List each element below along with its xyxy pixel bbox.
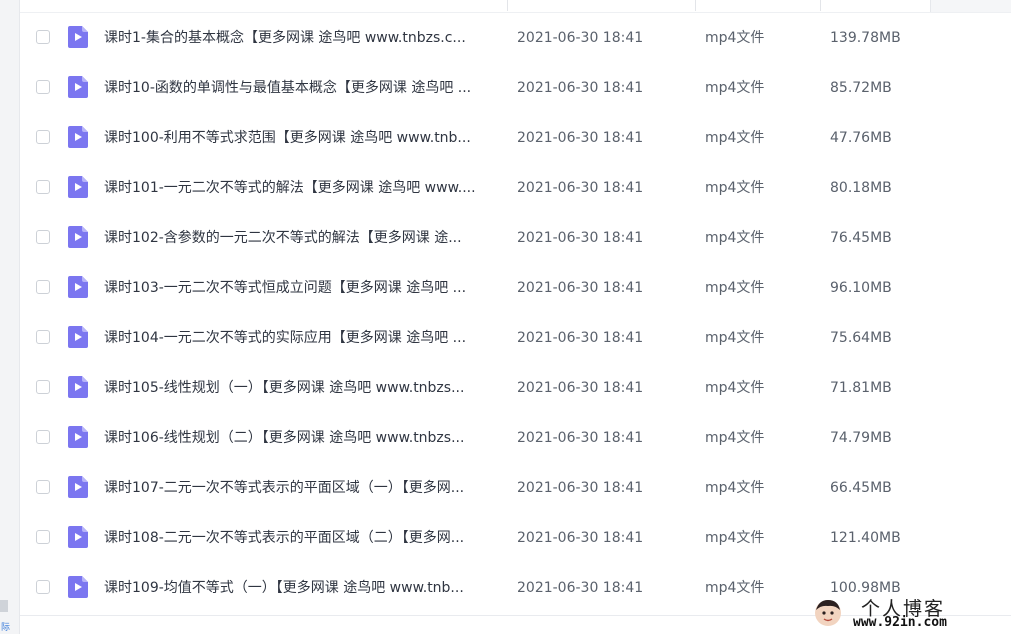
row-checkbox[interactable]	[36, 380, 50, 394]
file-type: mp4文件	[705, 280, 765, 296]
file-modified-date: 2021-06-30 18:41	[517, 530, 644, 546]
file-type: mp4文件	[705, 180, 765, 196]
file-row[interactable]: 课时103-一元二次不等式恒成立问题【更多网课 途鸟吧 ... 2021-06-3…	[20, 263, 1011, 313]
file-row[interactable]: 课时102-含参数的一元二次不等式的解法【更多网课 途... 2021-06-30…	[20, 213, 1011, 263]
file-size: 139.78MB	[830, 30, 901, 46]
file-type: mp4文件	[705, 130, 765, 146]
video-file-icon	[68, 576, 88, 598]
row-checkbox[interactable]	[36, 530, 50, 544]
file-row[interactable]: 课时107-二元一次不等式表示的平面区域（一）【更多网... 2021-06-30…	[20, 463, 1011, 513]
left-panel-edge-glyph: 际	[1, 623, 11, 633]
row-checkbox[interactable]	[36, 180, 50, 194]
file-type: mp4文件	[705, 230, 765, 246]
header-corner	[930, 0, 1011, 12]
file-row[interactable]: 课时105-线性规划（一）【更多网课 途鸟吧 www.tnbzs... 2021-…	[20, 363, 1011, 413]
watermark-avatar-icon	[815, 600, 841, 626]
file-name[interactable]: 课时105-线性规划（一）【更多网课 途鸟吧 www.tnbzs...	[104, 363, 500, 413]
file-type: mp4文件	[705, 480, 765, 496]
file-size: 74.79MB	[830, 430, 892, 446]
file-name[interactable]: 课时103-一元二次不等式恒成立问题【更多网课 途鸟吧 ...	[104, 263, 500, 313]
file-size: 71.81MB	[830, 380, 892, 396]
row-checkbox[interactable]	[36, 330, 50, 344]
file-name[interactable]: 课时101-一元二次不等式的解法【更多网课 途鸟吧 www....	[104, 163, 500, 213]
video-file-icon	[68, 276, 88, 298]
video-file-icon	[68, 126, 88, 148]
video-file-icon	[68, 376, 88, 398]
file-size: 80.18MB	[830, 180, 892, 196]
file-modified-date: 2021-06-30 18:41	[517, 330, 644, 346]
file-type: mp4文件	[705, 430, 765, 446]
file-row[interactable]: 课时104-一元二次不等式的实际应用【更多网课 途鸟吧 ... 2021-06-3…	[20, 313, 1011, 363]
file-modified-date: 2021-06-30 18:41	[517, 380, 644, 396]
file-size: 96.10MB	[830, 280, 892, 296]
file-name[interactable]: 课时10-函数的单调性与最值基本概念【更多网课 途鸟吧 ...	[104, 63, 500, 113]
video-file-icon	[68, 526, 88, 548]
video-file-icon	[68, 26, 88, 48]
file-modified-date: 2021-06-30 18:41	[517, 80, 644, 96]
row-checkbox[interactable]	[36, 280, 50, 294]
file-modified-date: 2021-06-30 18:41	[517, 280, 644, 296]
scroll-marker	[0, 600, 8, 612]
file-modified-date: 2021-06-30 18:41	[517, 30, 644, 46]
left-panel-edge: 际	[0, 0, 20, 634]
watermark: 个人博客 www.92in.com	[813, 594, 1003, 632]
row-checkbox[interactable]	[36, 30, 50, 44]
file-type: mp4文件	[705, 30, 765, 46]
column-divider[interactable]	[507, 0, 508, 11]
file-row[interactable]: 课时1-集合的基本概念【更多网课 途鸟吧 www.tnbzs.c... 2021-…	[20, 13, 1011, 63]
file-size: 47.76MB	[830, 130, 892, 146]
file-type: mp4文件	[705, 530, 765, 546]
row-checkbox[interactable]	[36, 580, 50, 594]
file-name[interactable]: 课时106-线性规划（二）【更多网课 途鸟吧 www.tnbzs...	[104, 413, 500, 463]
file-list: 课时1-集合的基本概念【更多网课 途鸟吧 www.tnbzs.c... 2021-…	[20, 13, 1011, 613]
file-size: 66.45MB	[830, 480, 892, 496]
file-name[interactable]: 课时100-利用不等式求范围【更多网课 途鸟吧 www.tnb...	[104, 113, 500, 163]
file-type: mp4文件	[705, 330, 765, 346]
watermark-url: www.92in.com	[853, 615, 947, 630]
file-size: 75.64MB	[830, 330, 892, 346]
file-name[interactable]: 课时102-含参数的一元二次不等式的解法【更多网课 途...	[104, 213, 500, 263]
file-name[interactable]: 课时107-二元一次不等式表示的平面区域（一）【更多网...	[104, 463, 500, 513]
video-file-icon	[68, 476, 88, 498]
file-row[interactable]: 课时106-线性规划（二）【更多网课 途鸟吧 www.tnbzs... 2021-…	[20, 413, 1011, 463]
file-name[interactable]: 课时108-二元一次不等式表示的平面区域（二）【更多网...	[104, 513, 500, 563]
row-checkbox[interactable]	[36, 130, 50, 144]
row-checkbox[interactable]	[36, 80, 50, 94]
file-type: mp4文件	[705, 380, 765, 396]
video-file-icon	[68, 176, 88, 198]
video-file-icon	[68, 326, 88, 348]
file-row[interactable]: 课时108-二元一次不等式表示的平面区域（二）【更多网... 2021-06-30…	[20, 513, 1011, 563]
file-size: 85.72MB	[830, 80, 892, 96]
row-checkbox[interactable]	[36, 480, 50, 494]
video-file-icon	[68, 426, 88, 448]
row-checkbox[interactable]	[36, 430, 50, 444]
file-name[interactable]: 课时104-一元二次不等式的实际应用【更多网课 途鸟吧 ...	[104, 313, 500, 363]
file-size: 76.45MB	[830, 230, 892, 246]
file-modified-date: 2021-06-30 18:41	[517, 580, 644, 596]
file-row[interactable]: 课时100-利用不等式求范围【更多网课 途鸟吧 www.tnb... 2021-0…	[20, 113, 1011, 163]
column-divider[interactable]	[820, 0, 821, 11]
file-name[interactable]: 课时109-均值不等式（一）【更多网课 途鸟吧 www.tnb...	[104, 563, 500, 613]
file-modified-date: 2021-06-30 18:41	[517, 180, 644, 196]
video-file-icon	[68, 226, 88, 248]
video-file-icon	[68, 76, 88, 98]
row-checkbox[interactable]	[36, 230, 50, 244]
file-modified-date: 2021-06-30 18:41	[517, 230, 644, 246]
file-size: 121.40MB	[830, 530, 901, 546]
file-modified-date: 2021-06-30 18:41	[517, 430, 644, 446]
column-divider[interactable]	[695, 0, 696, 11]
file-modified-date: 2021-06-30 18:41	[517, 480, 644, 496]
file-row[interactable]: 课时101-一元二次不等式的解法【更多网课 途鸟吧 www.... 2021-06…	[20, 163, 1011, 213]
file-type: mp4文件	[705, 80, 765, 96]
column-header-row	[20, 0, 1011, 13]
file-row[interactable]: 课时10-函数的单调性与最值基本概念【更多网课 途鸟吧 ... 2021-06-3…	[20, 63, 1011, 113]
file-type: mp4文件	[705, 580, 765, 596]
file-name[interactable]: 课时1-集合的基本概念【更多网课 途鸟吧 www.tnbzs.c...	[104, 13, 500, 63]
file-modified-date: 2021-06-30 18:41	[517, 130, 644, 146]
